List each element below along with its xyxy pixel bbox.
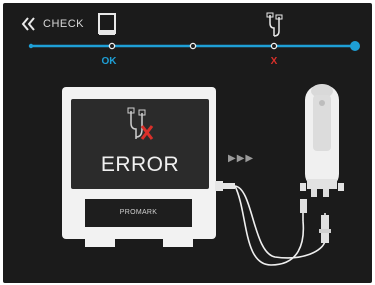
device-brand-label: PROMARK xyxy=(119,209,158,216)
connector-plug xyxy=(215,181,223,191)
device-error-message: ERROR xyxy=(100,153,180,176)
device-illustration xyxy=(127,84,344,266)
handset-icon xyxy=(300,84,344,243)
cable-error-icon xyxy=(127,107,154,140)
flow-arrows-icon: ▶▶▶ xyxy=(228,153,255,164)
check-screen: CHECK OK X ERROR PROMARK ▶▶▶ xyxy=(3,3,372,283)
